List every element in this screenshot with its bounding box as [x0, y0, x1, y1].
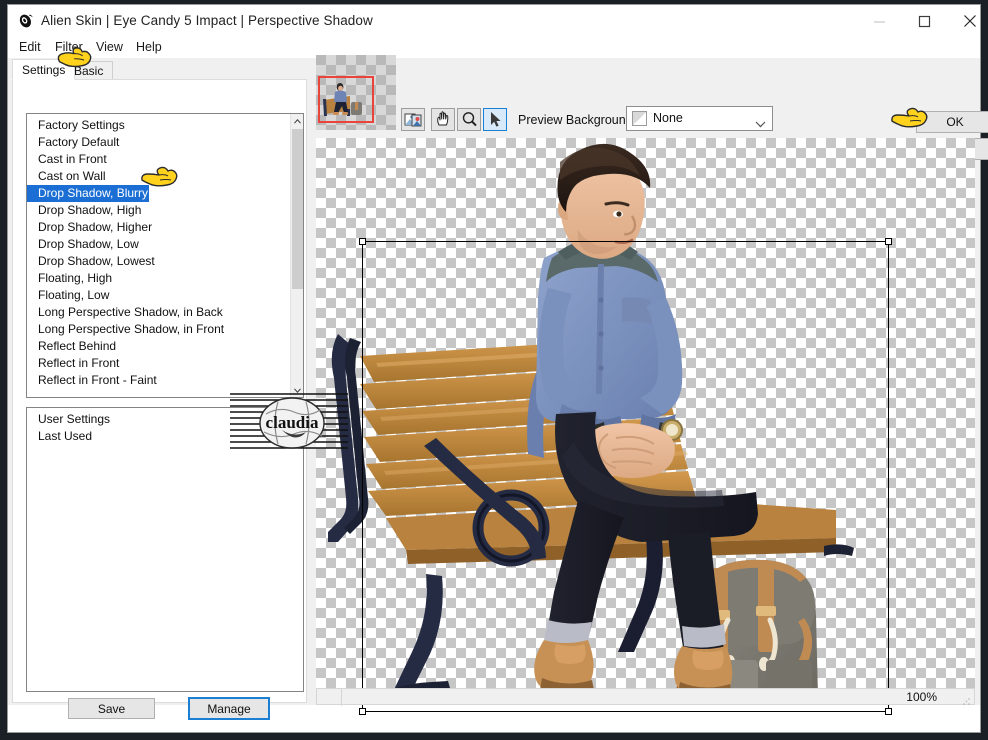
list-item[interactable]: Floating, High	[27, 270, 290, 287]
minimize-button[interactable]	[857, 5, 902, 37]
preview-background-value: None	[653, 111, 683, 125]
scrollbar-thumb[interactable]	[292, 129, 303, 289]
factory-settings-items: Factory Settings Factory Default Cast in…	[27, 114, 290, 397]
list-item[interactable]: Drop Shadow, Higher	[27, 219, 290, 236]
list-item[interactable]: Long Perspective Shadow, in Back	[27, 304, 290, 321]
canvas-status-bar: 100%	[316, 688, 975, 706]
factory-list-scrollbar[interactable]	[290, 114, 303, 397]
arrow-select-icon[interactable]	[483, 108, 507, 131]
preview-background-select[interactable]: None	[626, 106, 773, 131]
preview-canvas[interactable]: claudia	[230, 138, 975, 715]
chevron-down-icon[interactable]	[755, 115, 766, 133]
list-item[interactable]: Reflect in Front	[27, 355, 290, 372]
preview-area: Preview Background: None OK Cancel	[230, 55, 988, 715]
list-item[interactable]: Drop Shadow, High	[27, 202, 290, 219]
hand-pointer-cursor-list	[138, 163, 184, 198]
settings-panel: Settings Basic Factory Settings Factory …	[8, 47, 311, 720]
zoom-magnifier-icon[interactable]	[457, 108, 481, 131]
navigator-thumbnail[interactable]	[316, 55, 396, 130]
title-bar: Alien Skin | Eye Candy 5 Impact | Perspe…	[8, 5, 980, 38]
list-item-selected[interactable]: Drop Shadow, Blurry	[27, 185, 149, 202]
thumbnail-scene-icon	[323, 83, 362, 116]
menu-item-edit[interactable]: Edit	[15, 39, 45, 55]
resize-handle-bottom-left[interactable]	[359, 708, 366, 715]
list-item[interactable]: Drop Shadow, Low	[27, 236, 290, 253]
close-button[interactable]	[947, 5, 988, 37]
manage-button[interactable]: Manage	[188, 697, 270, 720]
preview-background-label: Preview Background:	[518, 113, 637, 127]
screen: Alien Skin | Eye Candy 5 Impact | Perspe…	[0, 0, 988, 740]
list-item[interactable]: Drop Shadow, Lowest	[27, 253, 290, 270]
status-separator	[341, 689, 342, 706]
list-item[interactable]: Factory Default	[27, 134, 290, 151]
menu-item-help[interactable]: Help	[132, 39, 166, 55]
hand-pointer-cursor-ok	[889, 106, 931, 139]
preview-background-swatch-icon	[632, 111, 647, 126]
hand-pan-icon[interactable]	[431, 108, 455, 131]
watermark-claudia: claudia	[230, 390, 348, 456]
navigator-viewport-rect[interactable]	[318, 76, 374, 123]
list-item[interactable]: Reflect Behind	[27, 338, 290, 355]
preview-scene	[316, 138, 975, 688]
watermark-text: claudia	[266, 413, 319, 432]
resize-grip-icon[interactable]	[962, 693, 971, 705]
scene-image	[328, 143, 854, 688]
list-item[interactable]: Long Perspective Shadow, in Front	[27, 321, 290, 338]
chevron-up-icon[interactable]	[291, 114, 303, 128]
application-window: Alien Skin | Eye Candy 5 Impact | Perspe…	[7, 4, 988, 733]
list-item[interactable]: Floating, Low	[27, 287, 290, 304]
maximize-button[interactable]	[902, 5, 947, 37]
save-button[interactable]: Save	[68, 698, 155, 719]
zoom-level-text: 100%	[906, 690, 937, 704]
resize-handle-bottom-right[interactable]	[885, 708, 892, 715]
list-item[interactable]: Reflect in Front - Faint	[27, 372, 290, 389]
menu-bar: Edit Filter View Help	[8, 38, 980, 58]
window-title: Alien Skin | Eye Candy 5 Impact | Perspe…	[41, 13, 373, 28]
compare-preview-icon[interactable]	[401, 108, 425, 131]
alienskin-logo-icon	[17, 12, 35, 30]
factory-settings-list[interactable]: Factory Settings Factory Default Cast in…	[26, 113, 304, 398]
list-item[interactable]: Factory Settings	[27, 117, 290, 134]
hand-pointer-cursor-tab	[53, 44, 99, 81]
